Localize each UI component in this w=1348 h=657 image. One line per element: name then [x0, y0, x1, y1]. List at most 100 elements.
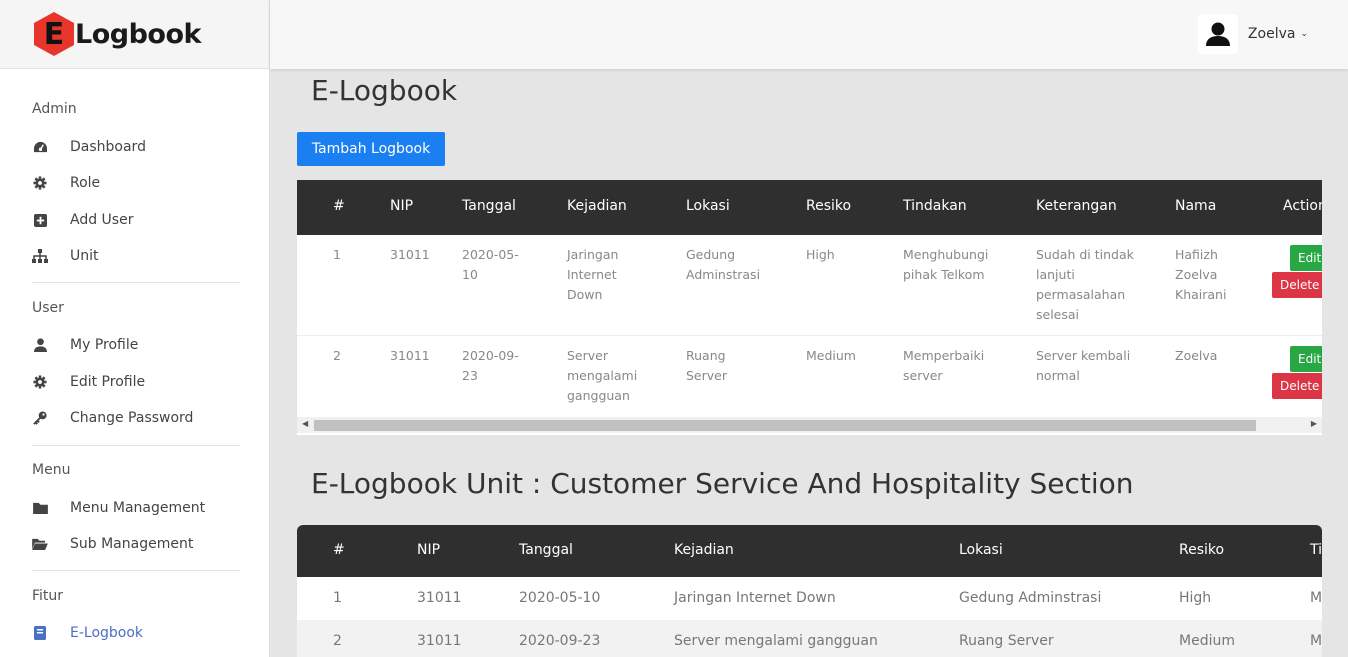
sidebar-divider	[32, 570, 240, 571]
column-header: Lokasi	[686, 198, 730, 214]
sidebar-item-change-password[interactable]: Change Password	[32, 408, 193, 428]
topbar: Zoelva ⌄	[270, 0, 1348, 69]
cell-lokasi: Gedung Adminstrasi	[959, 590, 1102, 606]
sidebar: E Logbook Admin Dashboard Role Add User …	[0, 0, 270, 657]
sidebar-item-label: Unit	[70, 248, 99, 264]
chevron-down-icon: ⌄	[1300, 29, 1308, 39]
cell-no: 2	[333, 633, 342, 649]
column-header: Action	[1283, 198, 1322, 214]
column-header: Resiko	[806, 198, 852, 214]
sidebar-item-my-profile[interactable]: My Profile	[32, 335, 138, 355]
sidebar-divider	[32, 445, 240, 446]
cell-lokasi: Gedung Adminstrasi	[686, 247, 761, 282]
cell-no: 2	[333, 348, 341, 363]
cell-tanggal: 2020-09-23	[519, 633, 601, 649]
sidebar-item-label: Menu Management	[70, 500, 206, 516]
sidebar-item-label: Sub Management	[70, 536, 194, 552]
column-header: NIP	[390, 198, 414, 214]
table-row: 1 31011 2020-05-10 Jaringan Internet Dow…	[297, 235, 1322, 335]
brand-name: Logbook	[75, 18, 201, 50]
cell-kejadian: Server mengalami gangguan	[567, 348, 638, 403]
sidebar-heading-fitur: Fitur	[32, 588, 64, 604]
cell-nip: 31011	[417, 633, 462, 649]
cell-keterangan: Server kembali normal	[1036, 348, 1131, 383]
user-avatar-icon	[1205, 22, 1230, 46]
edit-button[interactable]: Edit	[1290, 245, 1322, 271]
cell-tanggal: 2020-05-10	[519, 590, 601, 606]
column-header: Keterangan	[1036, 198, 1117, 214]
cell-kejadian: Server mengalami gangguan	[674, 633, 878, 649]
sidebar-heading-menu: Menu	[32, 462, 71, 478]
sidebar-item-label: My Profile	[70, 337, 139, 353]
sidebar-item-label: Role	[70, 175, 101, 191]
page-title: E-Logbook	[311, 74, 458, 107]
sidebar-item-menu-management[interactable]: Menu Management	[32, 498, 205, 518]
scroll-left-arrow-icon[interactable]: ◀	[302, 419, 308, 428]
book-icon	[32, 625, 48, 641]
cell-lokasi: Ruang Server	[959, 633, 1054, 649]
column-header: Kejadian	[567, 198, 627, 214]
sidebar-item-e-logbook[interactable]: E-Logbook	[32, 623, 143, 643]
avatar	[1197, 14, 1238, 54]
sidebar-item-unit[interactable]: Unit	[32, 246, 99, 266]
table-row: 2 31011 2020-09-23 Server mengalami gang…	[297, 620, 1322, 657]
delete-button[interactable]: Delete	[1272, 272, 1322, 298]
delete-button[interactable]: Delete	[1272, 373, 1322, 399]
cell-nama: Hafiizh Zoelva Khairani	[1175, 247, 1227, 302]
gear-icon	[32, 374, 48, 390]
cell-no: 1	[333, 247, 341, 262]
cell-truncated: M	[1310, 590, 1322, 606]
cell-resiko: Medium	[806, 348, 856, 363]
key-icon	[32, 410, 48, 426]
sidebar-item-edit-profile[interactable]: Edit Profile	[32, 372, 145, 392]
cell-nip: 31011	[390, 348, 430, 363]
logo-letter: E	[43, 16, 65, 52]
horizontal-scrollbar[interactable]: ◀ ▶	[297, 417, 1322, 433]
edit-button[interactable]: Edit	[1290, 346, 1322, 372]
sidebar-divider	[32, 282, 240, 283]
column-header: Nama	[1175, 198, 1217, 214]
cell-resiko: High	[806, 247, 835, 262]
cell-tanggal: 2020-05-10	[462, 247, 519, 282]
sidebar-item-add-user[interactable]: Add User	[32, 210, 133, 230]
column-header: Lokasi	[959, 542, 1003, 558]
section-title: E-Logbook Unit : Customer Service And Ho…	[311, 467, 1134, 500]
table-header: # NIP Tanggal Kejadian Lokasi Resiko Tin…	[297, 180, 1322, 235]
logbook-table: # NIP Tanggal Kejadian Lokasi Resiko Tin…	[297, 180, 1322, 435]
table-row: 2 31011 2020-09-23 Server mengalami gang…	[297, 336, 1322, 416]
add-logbook-button[interactable]: Tambah Logbook	[297, 132, 445, 166]
unit-logbook-table: # NIP Tanggal Kejadian Lokasi Resiko Ti …	[297, 525, 1322, 657]
sitemap-icon	[32, 248, 48, 264]
gear-icon	[32, 175, 48, 191]
cell-tanggal: 2020-09-23	[462, 348, 519, 383]
column-header: Kejadian	[674, 542, 734, 558]
sidebar-item-label: Dashboard	[70, 139, 146, 155]
scroll-right-arrow-icon[interactable]: ▶	[1311, 419, 1317, 428]
sidebar-item-role[interactable]: Role	[32, 173, 100, 193]
dashboard-icon	[32, 139, 48, 155]
folder-icon	[32, 500, 48, 516]
sidebar-item-label: Change Password	[70, 410, 194, 426]
user-name: Zoelva	[1247, 26, 1296, 42]
cell-nip: 31011	[390, 247, 430, 262]
column-header: Ti	[1310, 542, 1322, 558]
cell-resiko: High	[1179, 590, 1212, 606]
cell-lokasi: Ruang Server	[686, 348, 727, 383]
table-row: 1 31011 2020-05-10 Jaringan Internet Dow…	[297, 577, 1322, 620]
column-header: #	[333, 198, 345, 214]
sidebar-item-dashboard[interactable]: Dashboard	[32, 137, 146, 157]
column-header: Resiko	[1179, 542, 1225, 558]
sidebar-item-label: Edit Profile	[70, 374, 146, 390]
folder-open-icon	[32, 536, 48, 552]
cell-truncated: M	[1310, 633, 1322, 649]
column-header: NIP	[417, 542, 441, 558]
column-header: Tindakan	[903, 198, 967, 214]
column-header: #	[333, 542, 345, 558]
brand-logo[interactable]: E Logbook	[0, 0, 269, 69]
column-header: Tanggal	[462, 198, 516, 214]
scrollbar-thumb[interactable]	[314, 420, 1256, 431]
user-menu[interactable]: Zoelva ⌄	[1197, 14, 1308, 54]
sidebar-item-sub-management[interactable]: Sub Management	[32, 534, 193, 554]
cell-tindakan: Menghubungi pihak Telkom	[903, 247, 989, 282]
column-header: Tanggal	[519, 542, 573, 558]
